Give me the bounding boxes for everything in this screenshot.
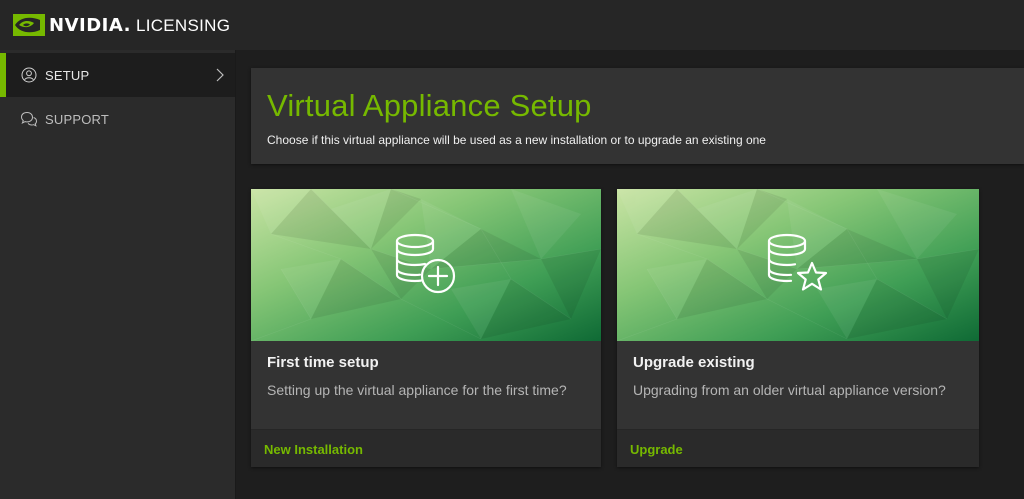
brand: NVIDIA. LICENSING	[49, 15, 230, 36]
card-description: Setting up the virtual appliance for the…	[267, 382, 567, 398]
card-hero-image	[617, 189, 979, 341]
page-subtitle: Choose if this virtual appliance will be…	[267, 133, 766, 147]
sidebar-item-label: SETUP	[45, 67, 90, 83]
top-bar: NVIDIA. LICENSING	[0, 0, 1024, 50]
upgrade-existing-card[interactable]: Upgrade existing Upgrading from an older…	[617, 189, 979, 467]
database-plus-icon	[395, 233, 456, 294]
card-title: First time setup	[267, 354, 379, 371]
card-footer: Upgrade	[617, 429, 979, 467]
page-header: Virtual Appliance Setup Choose if this v…	[251, 68, 1024, 164]
sidebar-item-support[interactable]: SUPPORT	[0, 97, 235, 141]
first-time-setup-card[interactable]: First time setup Setting up the virtual …	[251, 189, 601, 467]
nvidia-eye-logo-icon	[13, 14, 45, 36]
brand-name: NVIDIA.	[49, 14, 131, 36]
chevron-right-icon	[216, 68, 224, 82]
card-hero-image	[251, 189, 601, 341]
new-installation-link[interactable]: New Installation	[264, 442, 363, 457]
card-title: Upgrade existing	[633, 354, 755, 371]
chat-bubbles-icon	[20, 110, 38, 128]
card-footer: New Installation	[251, 429, 601, 467]
sidebar-item-setup[interactable]: SETUP	[0, 53, 235, 97]
brand-product: LICENSING	[135, 15, 231, 35]
upgrade-link[interactable]: Upgrade	[630, 442, 683, 457]
page-title: Virtual Appliance Setup	[267, 88, 592, 123]
sidebar: SETUP SUPPORT	[0, 50, 236, 499]
card-description: Upgrading from an older virtual applianc…	[633, 382, 946, 398]
main-content: Virtual Appliance Setup Choose if this v…	[236, 50, 1024, 499]
user-circle-icon	[20, 66, 38, 84]
sidebar-item-label: SUPPORT	[45, 111, 110, 127]
database-star-icon	[767, 233, 828, 291]
